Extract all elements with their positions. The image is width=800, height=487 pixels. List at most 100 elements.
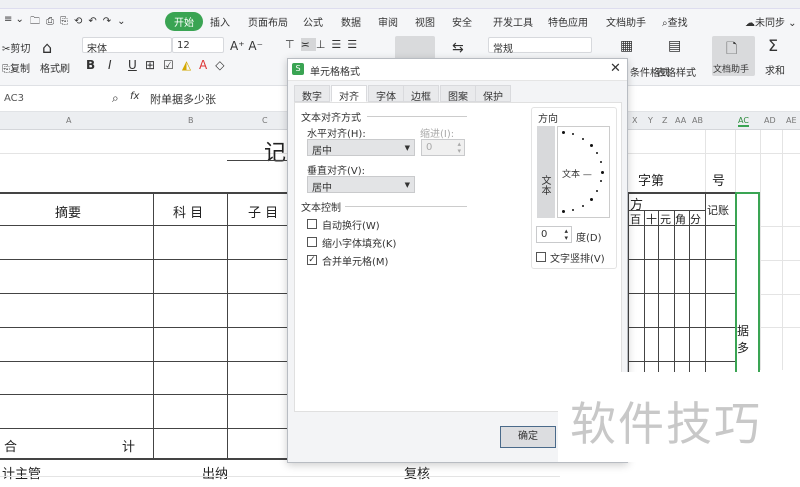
horizontal-label: 水平对齐(H): [307, 129, 366, 140]
wrap-icon[interactable]: ⇆ [452, 40, 464, 56]
format-painter-button[interactable]: 格式刷 [40, 60, 70, 75]
row-line [0, 361, 290, 362]
tab-security[interactable]: 安全 [452, 14, 472, 29]
column-header-a[interactable]: A [66, 116, 71, 125]
row-line [0, 327, 290, 328]
close-icon[interactable]: ✕ [610, 61, 621, 76]
formula-input[interactable]: 附单据多少张 [150, 91, 216, 107]
italic-button[interactable]: I [108, 58, 112, 72]
number-format-select[interactable]: 常规 [488, 37, 592, 55]
tab-page-layout[interactable]: 页面布局 [248, 14, 288, 29]
tab-border[interactable]: 边框 [403, 85, 439, 103]
tab-data[interactable]: 数据 [341, 14, 361, 29]
alignment-panel: 文本对齐方式 水平对齐(H): 缩进(I): 居中 ▼ 0 ▴ ▾ 垂直对齐(V): … [294, 102, 622, 412]
column-header-z[interactable]: Z [662, 116, 667, 125]
tab-insert[interactable]: 插入 [210, 14, 230, 29]
tab-review[interactable]: 审阅 [378, 14, 398, 29]
row-line [0, 259, 290, 260]
tab-font[interactable]: 字体 [368, 85, 404, 103]
cut-button[interactable]: ✂剪切 [2, 40, 30, 55]
tab-features[interactable]: 特色应用 [548, 14, 588, 29]
tab-alignment[interactable]: 对齐 [331, 85, 367, 103]
copy-icon: ⎘ [2, 64, 10, 75]
column-header-aa[interactable]: AA [675, 116, 686, 125]
column-header-c[interactable]: C [262, 116, 268, 125]
indent-label: 缩进(I): [420, 129, 455, 140]
vertical-align-select[interactable]: 居中 ▼ [307, 176, 415, 194]
row-line [0, 293, 290, 294]
gridline [735, 130, 736, 192]
zoom-icon[interactable]: ⌕ [112, 91, 119, 106]
fx-icon[interactable]: fx [130, 91, 139, 102]
gridline [782, 130, 783, 370]
column-header-ad[interactable]: AD [764, 116, 776, 125]
doc-assistant-button[interactable]: 🗋 文档助手 [712, 36, 755, 76]
tab-developer[interactable]: 开发工具 [493, 14, 533, 29]
column-header-y[interactable]: Y [648, 116, 653, 125]
vertical-text-label: 文字竖排(V) [550, 254, 605, 265]
border-fill-color-icons[interactable]: ⊞☑◭A◇ [145, 58, 233, 72]
column-line [628, 192, 629, 392]
sum-icon[interactable]: Σ [768, 36, 778, 55]
tab-home[interactable]: 开始 [165, 12, 203, 31]
quick-access-icons[interactable]: 🗀⎙⎘⟲↶↷⌄ [30, 14, 132, 31]
merge-center-button[interactable] [395, 36, 435, 60]
orientation-dial[interactable]: 文本 — [557, 126, 610, 218]
table-border [628, 192, 735, 194]
gridline [0, 476, 560, 477]
table-border [0, 192, 290, 194]
merge-cells-label: 合并单元格(M) [322, 257, 389, 268]
font-grow-icon[interactable]: A⁺ A⁻ [230, 39, 263, 53]
column-header-ae[interactable]: AE [786, 116, 797, 125]
column-header-ac[interactable]: AC [738, 116, 749, 127]
wrap-text-checkbox[interactable] [307, 219, 317, 229]
dropdown-arrow-icon: ▼ [404, 181, 410, 189]
column-header-x[interactable]: X [632, 116, 637, 125]
angle-text-preview: 文本 — [562, 170, 592, 180]
tab-formula[interactable]: 公式 [303, 14, 323, 29]
align-icons[interactable]: ⊤≍⊥☰☰ [285, 38, 363, 51]
row-line [0, 225, 290, 226]
table-style-icon[interactable]: ▤ [668, 38, 681, 54]
ok-button[interactable]: 确定 [500, 426, 556, 448]
tab-number[interactable]: 数字 [294, 85, 330, 103]
subitem-header: 子 目 [248, 206, 279, 221]
sync-button[interactable]: ☁未同步 ⌄ [745, 14, 797, 29]
tab-pattern[interactable]: 图案 [440, 85, 476, 103]
tab-doc-assistant[interactable]: 文档助手 [606, 14, 646, 29]
conditional-format-icon[interactable]: ▦ [620, 38, 633, 54]
name-box[interactable]: AC3 [0, 91, 76, 107]
column-line [227, 192, 228, 459]
column-line [153, 192, 154, 459]
vertical-text-checkbox[interactable] [536, 252, 546, 262]
shrink-to-fit-checkbox[interactable] [307, 237, 317, 247]
column-header-b[interactable]: B [188, 116, 194, 125]
footer-supervisor: 计主管 [2, 467, 42, 482]
vertical-text-button[interactable]: 文本 [537, 126, 555, 218]
spin-icon: ▴ ▾ [457, 140, 461, 155]
wrap-text-label: 自动换行(W) [322, 221, 380, 232]
horizontal-align-select[interactable]: 居中 ▼ [307, 139, 415, 157]
footer-reviewer: 复核 [404, 467, 431, 482]
font-select[interactable]: 宋体 [82, 37, 172, 55]
table-style-button[interactable]: 表格样式 [656, 64, 696, 79]
merge-cells-checkbox[interactable]: ✓ [307, 255, 317, 265]
tab-strip [0, 0, 800, 9]
column-line [705, 192, 706, 392]
degrees-stepper[interactable]: 0 ▴ ▾ [536, 226, 572, 243]
font-size-select[interactable]: 12 [172, 37, 224, 53]
bold-button[interactable]: B [86, 58, 95, 72]
indent-stepper[interactable]: 0 ▴ ▾ [421, 139, 465, 156]
menu-icon[interactable]: ≡ ⌄ [4, 14, 24, 25]
brush-icon[interactable]: ⌂ [42, 38, 52, 57]
dialog-title-bar[interactable]: S 单元格格式 ✕ [288, 59, 627, 81]
search-button[interactable]: ⌕查找 [662, 14, 688, 29]
underline-button[interactable]: U [128, 58, 137, 72]
copy-button[interactable]: ⎘复制 [2, 60, 30, 75]
tab-protection[interactable]: 保护 [475, 85, 511, 103]
sum-button[interactable]: 求和 [765, 62, 785, 77]
gridline [705, 130, 706, 192]
selected-merged-cell[interactable]: 据多 [735, 192, 760, 392]
tab-view[interactable]: 视图 [415, 14, 435, 29]
column-header-ab[interactable]: AB [692, 116, 703, 125]
